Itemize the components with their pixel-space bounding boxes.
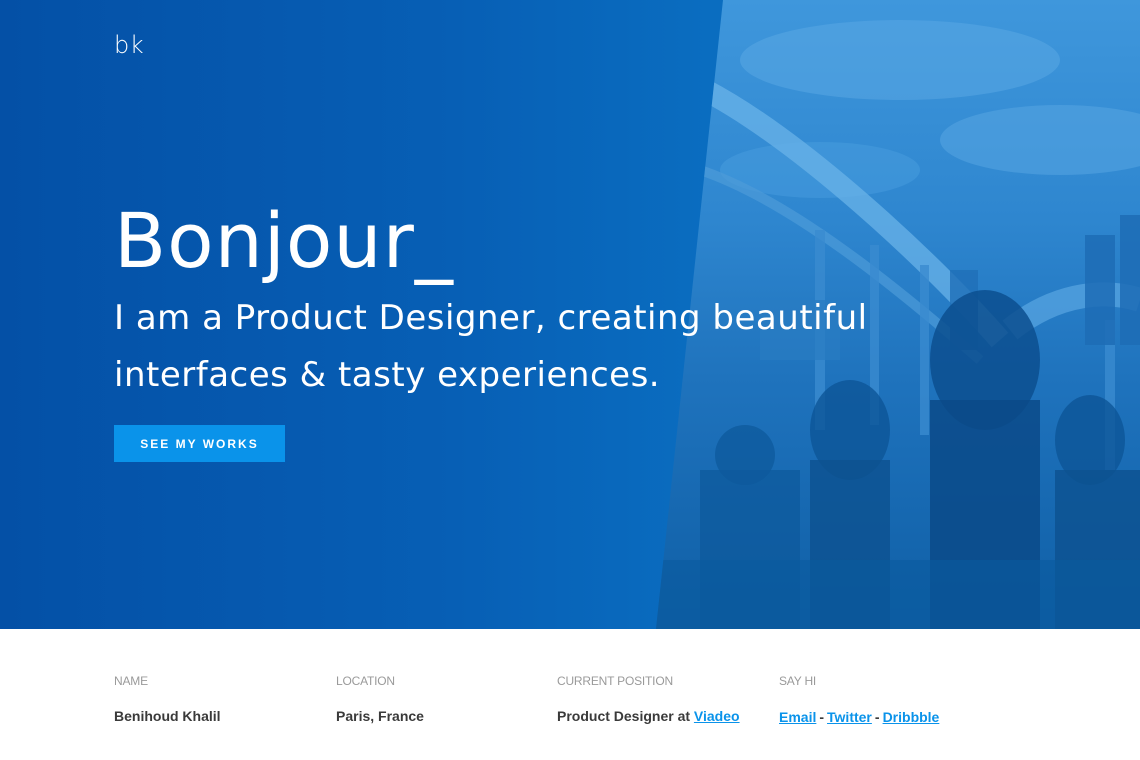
email-link[interactable]: Email xyxy=(779,709,816,725)
social-links: Email - Twitter - Dribbble xyxy=(779,709,939,725)
twitter-link[interactable]: Twitter xyxy=(827,709,872,725)
tagline-line-2: interfaces & tasty experiences. xyxy=(114,355,661,395)
company-link-viadeo[interactable]: Viadeo xyxy=(694,708,740,724)
hero-headline: Bonjour_ xyxy=(114,196,454,285)
hero-section: bk Bonjour_ I am a Product Designer, cre… xyxy=(0,0,1140,629)
info-bar: NAME Benihoud Khalil LOCATION Paris, Fra… xyxy=(0,629,1140,760)
position-title: Product Designer at xyxy=(557,708,694,724)
link-separator: - xyxy=(874,709,880,725)
position-value: Product Designer at Viadeo xyxy=(557,708,740,724)
site-logo[interactable]: bk xyxy=(114,31,144,59)
location-label: LOCATION xyxy=(336,674,395,688)
name-label: NAME xyxy=(114,674,148,688)
position-label: CURRENT POSITION xyxy=(557,674,673,688)
see-my-works-button[interactable]: SEE MY WORKS xyxy=(114,425,285,462)
location-value: Paris, France xyxy=(336,708,424,724)
hero-tagline: I am a Product Designer, creating beauti… xyxy=(114,290,874,404)
say-hi-label: SAY HI xyxy=(779,674,817,688)
link-separator: - xyxy=(819,709,825,725)
dribbble-link[interactable]: Dribbble xyxy=(883,709,940,725)
tagline-line-1: I am a Product Designer, creating beauti… xyxy=(114,298,868,338)
name-value: Benihoud Khalil xyxy=(114,708,221,724)
